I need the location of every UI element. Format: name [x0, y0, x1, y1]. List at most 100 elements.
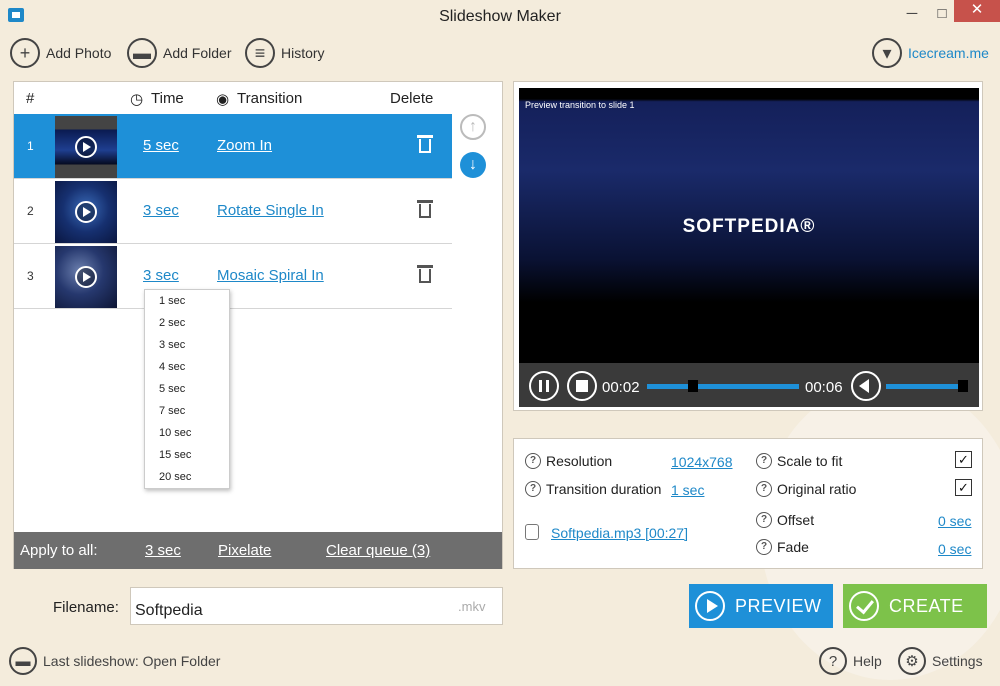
gear-icon: ⚙	[898, 647, 926, 675]
offset-link[interactable]: 0 sec	[938, 513, 971, 529]
dropdown-option[interactable]: 3 sec	[145, 334, 229, 356]
volume-handle[interactable]	[958, 380, 968, 392]
queue-row[interactable]: 3 3 sec Mosaic Spiral In	[14, 244, 452, 309]
trash-icon[interactable]	[417, 199, 433, 219]
filename-label: Filename:	[53, 599, 119, 616]
preview-label: PREVIEW	[735, 595, 822, 616]
checkmark-icon	[849, 591, 879, 621]
dropdown-option[interactable]: 4 sec	[145, 356, 229, 378]
row-time-link[interactable]: 3 sec	[143, 267, 179, 284]
help-icon[interactable]: ?	[756, 539, 772, 555]
add-folder-label: Add Folder	[163, 45, 232, 61]
filename-input[interactable]	[130, 587, 503, 625]
seek-bar[interactable]	[647, 384, 799, 389]
volume-bar[interactable]	[886, 384, 966, 389]
question-icon: ?	[819, 647, 847, 675]
help-icon[interactable]: ?	[756, 512, 772, 528]
resolution-label: Resolution	[546, 453, 613, 469]
dropdown-option[interactable]: 10 sec	[145, 422, 229, 444]
icecream-link[interactable]: ▾ Icecream.me	[872, 38, 989, 68]
queue-row[interactable]: 1 5 sec Zoom In	[14, 114, 452, 179]
add-photo-button[interactable]: + Add Photo	[10, 38, 111, 68]
dropdown-option[interactable]: 2 sec	[145, 312, 229, 334]
move-down-icon[interactable]: ↓	[460, 152, 486, 178]
original-ratio-checkbox[interactable]: ✓	[955, 479, 972, 496]
last-slideshow-link[interactable]: ▬ Last slideshow: Open Folder	[9, 647, 220, 675]
minimize-button[interactable]: ─	[898, 4, 926, 24]
apply-all-transition-link[interactable]: Pixelate	[218, 542, 271, 559]
help-icon[interactable]: ?	[525, 453, 541, 469]
dropdown-option[interactable]: 20 sec	[145, 466, 229, 488]
resolution-link[interactable]: 1024x768	[671, 454, 733, 470]
fade-link[interactable]: 0 sec	[938, 541, 971, 557]
video-viewport[interactable]: Preview transition to slide 1 SOFTPEDIA®	[519, 88, 979, 363]
volume-icon[interactable]	[851, 371, 881, 401]
history-button[interactable]: ≡ History	[245, 38, 325, 68]
help-icon[interactable]: ?	[756, 453, 772, 469]
seek-handle[interactable]	[687, 380, 698, 392]
player-controls: 00:02 00:06	[519, 363, 979, 407]
time-dropdown-menu: 1 sec 2 sec 3 sec 4 sec 5 sec 7 sec 10 s…	[144, 289, 230, 489]
header-transition: Transition	[237, 90, 303, 107]
stop-icon[interactable]	[567, 371, 597, 401]
transition-icon: ◉	[216, 91, 230, 108]
trash-icon[interactable]	[417, 264, 433, 284]
slide-thumbnail[interactable]	[55, 181, 117, 243]
transition-duration-link[interactable]: 1 sec	[671, 482, 704, 498]
settings-label: Settings	[932, 653, 983, 669]
dropdown-option[interactable]: 5 sec	[145, 378, 229, 400]
queue-row[interactable]: 2 3 sec Rotate Single In	[14, 179, 452, 244]
row-time-link[interactable]: 3 sec	[143, 202, 179, 219]
dropdown-option[interactable]: 15 sec	[145, 444, 229, 466]
help-icon[interactable]: ?	[756, 481, 772, 497]
row-number: 3	[27, 269, 34, 283]
slide-thumbnail[interactable]	[55, 116, 117, 178]
list-icon: ≡	[245, 38, 275, 68]
maximize-button[interactable]: □	[928, 4, 956, 24]
row-transition-link[interactable]: Rotate Single In	[217, 202, 324, 219]
video-logo: SOFTPEDIA®	[682, 216, 816, 237]
row-number: 1	[27, 139, 34, 153]
header-time: Time	[151, 90, 184, 107]
row-transition-link[interactable]: Zoom In	[217, 137, 272, 154]
original-ratio-label: Original ratio	[777, 481, 857, 497]
apply-all-label: Apply to all:	[20, 542, 98, 559]
help-button[interactable]: ? Help	[819, 647, 882, 675]
create-button[interactable]: CREATE	[843, 584, 987, 628]
icecream-label: Icecream.me	[908, 45, 989, 61]
title-bar: Slideshow Maker ─ □ ✕	[0, 0, 1000, 34]
settings-panel: ? Resolution 1024x768 ? Transition durat…	[513, 438, 983, 569]
dropdown-option[interactable]: 7 sec	[145, 400, 229, 422]
header-number: #	[26, 90, 35, 107]
header-delete: Delete	[390, 90, 434, 107]
preview-caption: Preview transition to slide 1	[525, 100, 635, 110]
create-label: CREATE	[889, 595, 964, 616]
close-button[interactable]: ✕	[954, 0, 1000, 22]
slide-thumbnail[interactable]	[55, 246, 117, 308]
move-up-icon[interactable]: ↑	[460, 114, 486, 140]
settings-button[interactable]: ⚙ Settings	[898, 647, 983, 675]
scale-to-fit-checkbox[interactable]: ✓	[955, 451, 972, 468]
play-icon[interactable]	[75, 201, 97, 223]
music-icon	[525, 524, 539, 540]
row-transition-link[interactable]: Mosaic Spiral In	[217, 267, 324, 284]
play-icon[interactable]	[75, 136, 97, 158]
scale-to-fit-label: Scale to fit	[777, 453, 843, 469]
add-folder-button[interactable]: ▬ Add Folder	[127, 38, 231, 68]
help-icon[interactable]: ?	[525, 481, 541, 497]
dropdown-option[interactable]: 1 sec	[145, 290, 229, 312]
play-icon[interactable]	[75, 266, 97, 288]
pause-icon[interactable]	[529, 371, 559, 401]
history-label: History	[281, 45, 325, 61]
apply-all-time-link[interactable]: 3 sec	[145, 542, 181, 559]
row-time-link[interactable]: 5 sec	[143, 137, 179, 154]
audio-file-link[interactable]: Softpedia.mp3 [00:27]	[551, 525, 688, 541]
clear-queue-link[interactable]: Clear queue (3)	[326, 542, 430, 559]
trash-icon[interactable]	[417, 134, 433, 154]
icecream-icon: ▾	[872, 38, 902, 68]
apply-to-all-bar: Apply to all: 3 sec Pixelate Clear queue…	[14, 532, 502, 569]
folder-icon: ▬	[9, 647, 37, 675]
last-slideshow-label: Last slideshow: Open Folder	[43, 653, 221, 669]
preview-button[interactable]: PREVIEW	[689, 584, 833, 628]
add-photo-label: Add Photo	[46, 45, 112, 61]
